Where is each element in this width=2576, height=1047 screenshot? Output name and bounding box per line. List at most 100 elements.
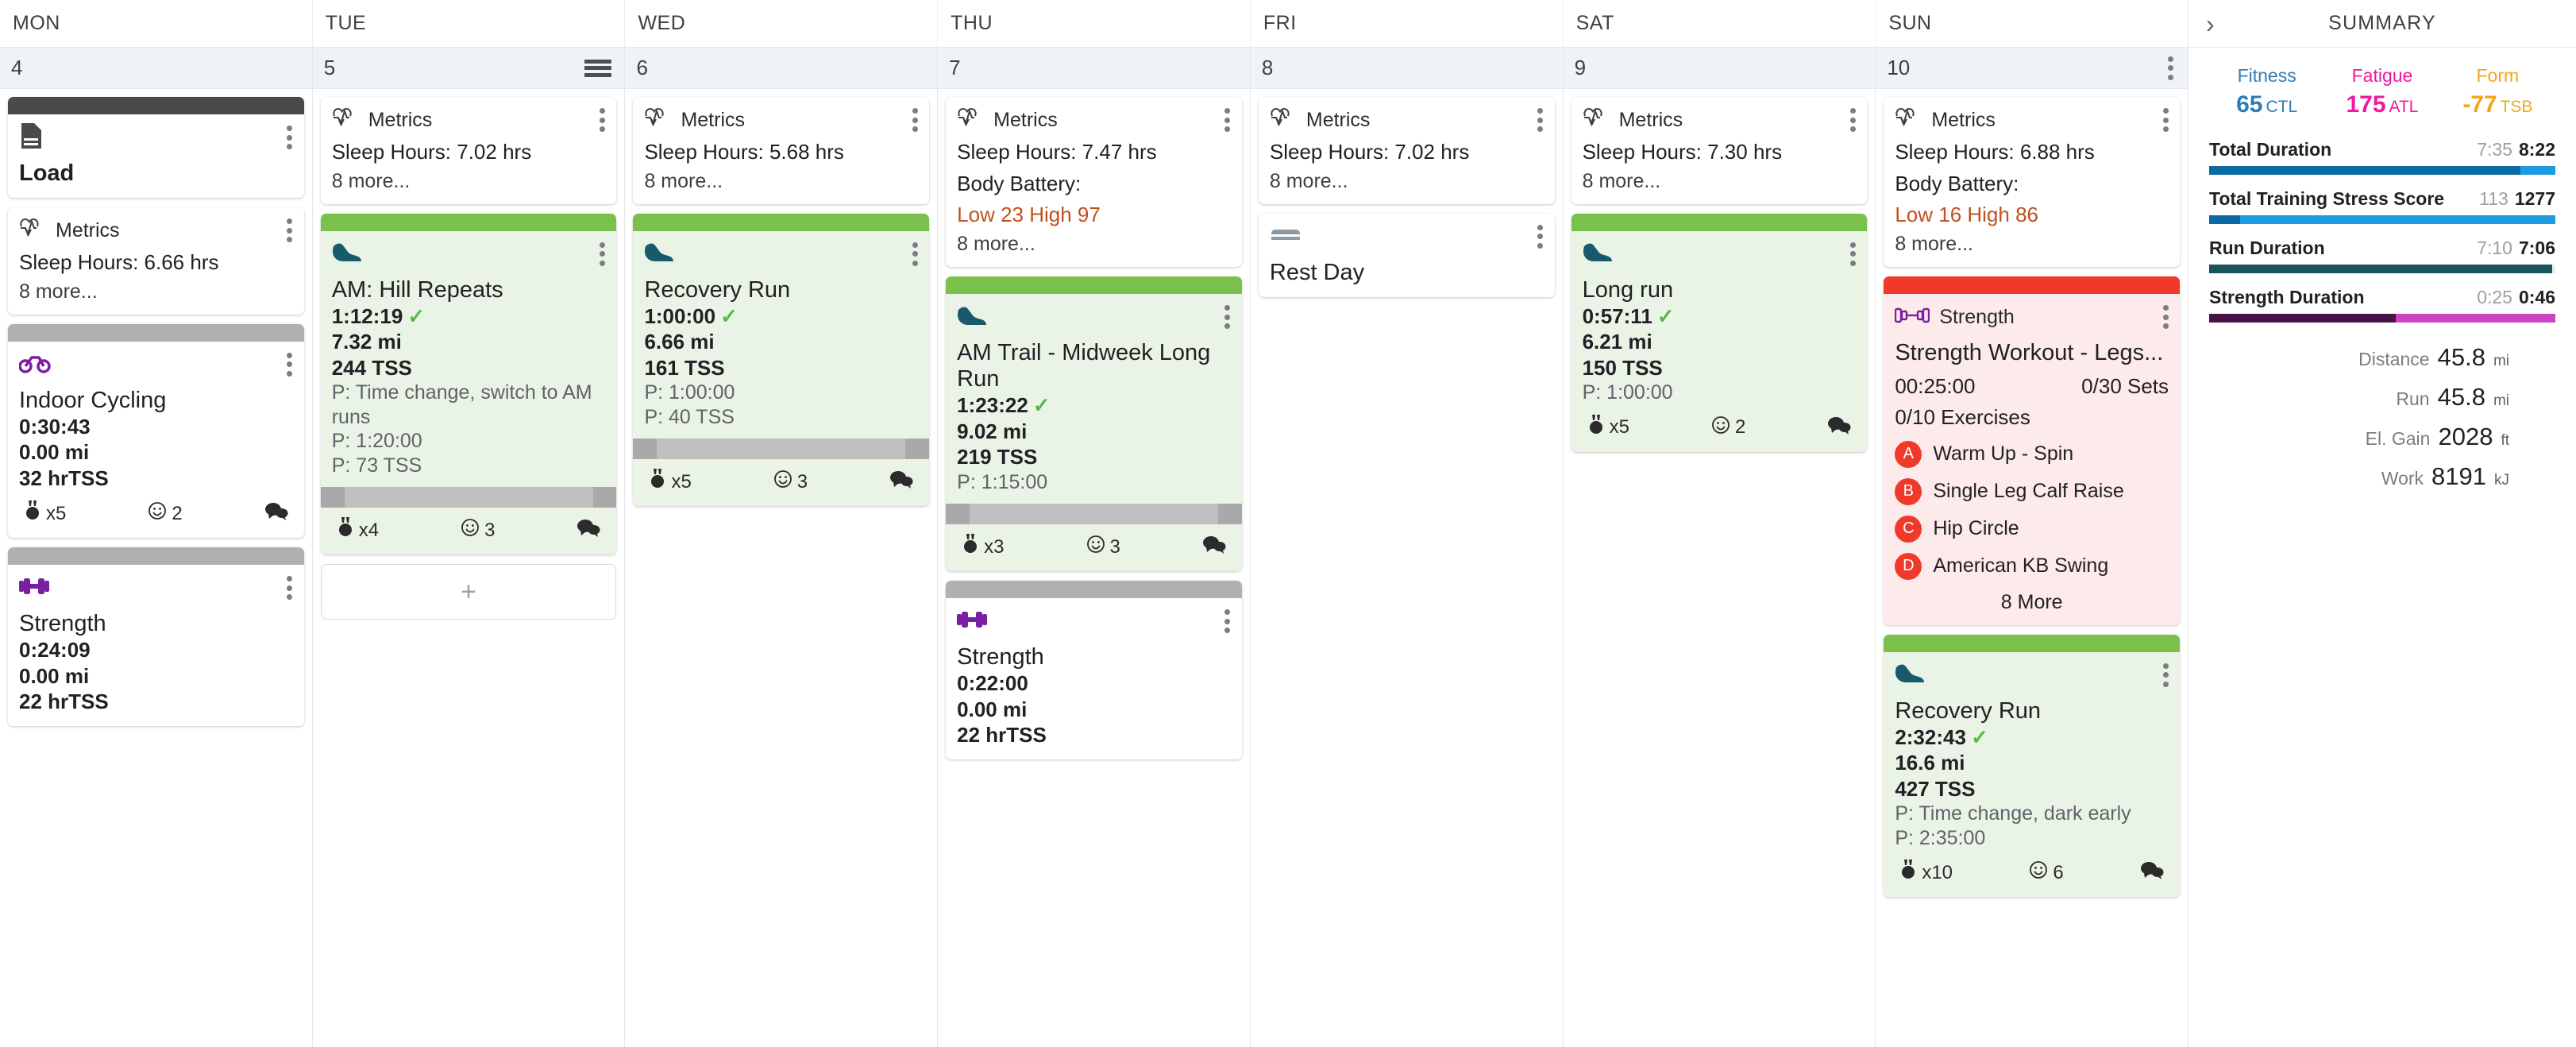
day-header[interactable]: 4 xyxy=(0,48,312,89)
card-menu-button[interactable] xyxy=(599,241,605,266)
day-header[interactable]: 5 xyxy=(312,48,625,89)
metrics-more-link[interactable]: 8 more... xyxy=(1583,170,1857,193)
card-strength_plan[interactable]: Strength Strength Workout - Legs... 00:25:… xyxy=(1884,276,2181,625)
card-activity[interactable]: AM Trail - Midweek Long Run 1:23:22 ✓ 9.02 … xyxy=(946,276,1242,572)
activity-stat-value: 32 hrTSS xyxy=(19,466,109,490)
medal-count[interactable]: x10 xyxy=(1899,860,1953,886)
card-menu-button[interactable] xyxy=(287,126,293,149)
feeling-rating[interactable]: 2 xyxy=(148,501,183,526)
medal-count[interactable]: x3 xyxy=(962,534,1005,560)
activity-stat: 22 hrTSS xyxy=(19,689,293,715)
day-menu-kebab-icon[interactable] xyxy=(2167,56,2173,80)
exercise-row[interactable]: C Hip Circle xyxy=(1895,515,2169,543)
card-load[interactable]: Load xyxy=(8,97,304,199)
comments-button[interactable] xyxy=(1202,535,1226,559)
feeling-rating[interactable]: 3 xyxy=(1086,535,1120,559)
card-menu-button[interactable] xyxy=(912,108,918,132)
summary-total-unit: mi xyxy=(2493,392,2509,409)
card-menu-button[interactable] xyxy=(1224,108,1231,132)
medal-count[interactable]: x5 xyxy=(1587,414,1629,441)
chevron-right-icon[interactable]: › xyxy=(2206,11,2215,37)
card-rest[interactable]: Rest Day xyxy=(1258,213,1555,297)
comments-button[interactable] xyxy=(1827,415,1851,440)
card-activity[interactable]: Recovery Run 2:32:43 ✓ 16.6 mi 427 TSS P: Tim… xyxy=(1884,634,2181,898)
activity-stat-value: 2:32:43 xyxy=(1895,724,1966,749)
card-activity[interactable]: Strength 0:22:00 0.00 mi 22 hrTSS xyxy=(946,581,1242,759)
day-menu-hamburger-icon[interactable] xyxy=(584,59,612,77)
metrics-more-link[interactable]: 8 more... xyxy=(957,233,1231,256)
card-menu-button[interactable] xyxy=(2162,108,2169,132)
medal-count-label: x5 xyxy=(46,502,67,524)
medal-count-label: x4 xyxy=(358,519,380,541)
comments-button[interactable] xyxy=(2140,860,2164,885)
card-activity[interactable]: AM: Hill Repeats 1:12:19 ✓ 7.32 mi 244 TSS P:… xyxy=(320,213,617,555)
card-activity[interactable]: Strength 0:24:09 0.00 mi 22 hrTSS xyxy=(8,547,304,726)
feeling-rating[interactable]: 6 xyxy=(2029,860,2064,885)
feeling-rating[interactable]: 3 xyxy=(461,518,495,543)
smiley-icon xyxy=(773,469,792,494)
card-menu-button[interactable] xyxy=(1224,305,1231,330)
card-metrics[interactable]: Metrics Sleep Hours: 5.68 hrs 8 more... xyxy=(633,97,930,204)
exercise-row[interactable]: A Warm Up - Spin xyxy=(1895,440,2169,468)
activity-stat-value: 0.00 mi xyxy=(19,440,90,465)
medal-icon xyxy=(24,500,41,527)
summary-total-label: Work xyxy=(2381,468,2424,489)
card-metrics[interactable]: Metrics Sleep Hours: 6.88 hrs Body Battery… xyxy=(1884,97,2181,268)
card-menu-button[interactable] xyxy=(1849,108,1856,132)
medal-count[interactable]: x4 xyxy=(337,517,379,543)
card-menu-button[interactable] xyxy=(287,352,293,377)
feeling-rating[interactable]: 3 xyxy=(773,469,808,494)
card-menu-button[interactable] xyxy=(2162,305,2169,330)
card-menu-button[interactable] xyxy=(1224,609,1231,634)
running-shoe-icon xyxy=(1583,241,1614,266)
completed-check-icon: ✓ xyxy=(720,303,738,328)
card-color-strip xyxy=(633,213,930,231)
summary-row-label: Run Duration xyxy=(2209,238,2325,258)
card-menu-button[interactable] xyxy=(1849,241,1856,266)
card-metrics[interactable]: Metrics Sleep Hours: 7.02 hrs 8 more... xyxy=(320,97,617,204)
weekday-header-tue: TUE xyxy=(313,0,626,47)
day-header[interactable]: 8 xyxy=(1250,48,1563,89)
feeling-rating[interactable]: 2 xyxy=(1711,415,1745,440)
card-menu-button[interactable] xyxy=(287,218,293,243)
activity-stat: 2:32:43 ✓ xyxy=(1895,724,2169,751)
comments-button[interactable] xyxy=(577,518,600,543)
day-number: 9 xyxy=(1574,56,1587,79)
card-activity[interactable]: Indoor Cycling 0:30:43 0.00 mi 32 hrTSS x5 2 xyxy=(8,323,304,539)
smiley-icon xyxy=(461,518,480,543)
comments-button[interactable] xyxy=(889,469,913,494)
activity-stat-value: 219 TSS xyxy=(957,445,1038,469)
metrics-more-link[interactable]: 8 more... xyxy=(1270,170,1544,193)
card-metrics[interactable]: Metrics Sleep Hours: 7.47 hrs Body Battery… xyxy=(946,97,1242,268)
card-menu-button[interactable] xyxy=(599,108,605,132)
card-menu-button[interactable] xyxy=(2162,663,2169,687)
summary-header: › SUMMARY xyxy=(2188,0,2576,48)
day-header[interactable]: 9 xyxy=(1563,48,1876,89)
card-menu-button[interactable] xyxy=(1537,224,1544,249)
card-metrics[interactable]: Metrics Sleep Hours: 7.02 hrs 8 more... xyxy=(1258,97,1555,204)
card-menu-button[interactable] xyxy=(287,576,293,601)
day-header[interactable]: 10 xyxy=(1876,48,2188,89)
exercise-row[interactable]: B Single Leg Calf Raise xyxy=(1895,477,2169,505)
add-activity-button[interactable]: + xyxy=(320,564,617,620)
metrics-more-link[interactable]: 8 more... xyxy=(1895,233,2169,256)
card-activity[interactable]: Long run 0:57:11 ✓ 6.21 mi 150 TSS P: 1:00:00… xyxy=(1571,213,1868,452)
card-menu-button[interactable] xyxy=(912,241,918,266)
medal-count[interactable]: x5 xyxy=(24,500,66,527)
card-menu-button[interactable] xyxy=(1537,108,1544,132)
metrics-more-link[interactable]: 8 more... xyxy=(19,280,293,303)
exercise-more-link[interactable]: 8 More xyxy=(1895,591,2169,614)
comments-button[interactable] xyxy=(264,501,288,526)
day-card-list: Metrics Sleep Hours: 7.02 hrs 8 more... Res… xyxy=(1251,89,1563,1047)
metrics-more-link[interactable]: 8 more... xyxy=(332,170,606,193)
card-metrics[interactable]: Metrics Sleep Hours: 6.66 hrs 8 more... xyxy=(8,207,304,315)
card-metrics[interactable]: Metrics Sleep Hours: 7.30 hrs 8 more... xyxy=(1571,97,1868,204)
card-activity[interactable]: Recovery Run 1:00:00 ✓ 6.66 mi 161 TSS P: 1:0… xyxy=(633,213,930,507)
day-header[interactable]: 6 xyxy=(625,48,938,89)
pmc-unit: ATL xyxy=(2389,98,2419,116)
metrics-more-link[interactable]: 8 more... xyxy=(644,170,918,193)
day-header[interactable]: 7 xyxy=(938,48,1250,89)
medal-count[interactable]: x5 xyxy=(649,469,692,495)
day-number: 4 xyxy=(11,56,23,79)
exercise-row[interactable]: D American KB Swing xyxy=(1895,552,2169,580)
